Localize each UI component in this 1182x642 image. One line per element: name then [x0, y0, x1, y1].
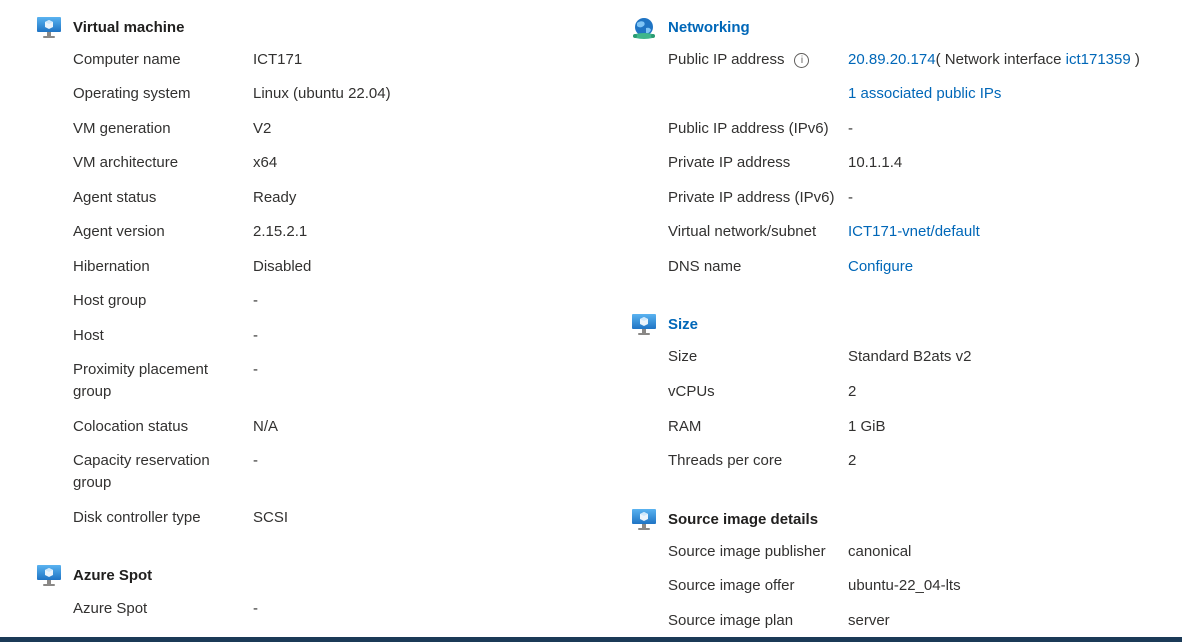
value-agent-version: 2.15.2.1 [253, 223, 308, 240]
section-title-size[interactable]: Size [668, 316, 698, 333]
label-host-group: Host group [73, 292, 147, 309]
label-vcpus: vCPUs [668, 383, 715, 400]
value-host: - [253, 327, 258, 344]
value-azure-spot: - [253, 600, 258, 617]
value-public-ip-address: 20.89.20.174( Network interface ict17135… [848, 49, 1140, 71]
label-private-ip-ipv6: Private IP address (IPv6) [668, 189, 835, 206]
value-hibernation: Disabled [253, 258, 312, 275]
value-vcpus: 2 [848, 383, 857, 400]
label-vm-generation: VM generation [73, 120, 171, 137]
value-computer-name: ICT171 [253, 51, 303, 68]
value-vm-architecture: x64 [253, 154, 278, 171]
value-operating-system: Linux (ubuntu 22.04) [253, 85, 391, 102]
virtual-network-subnet-link[interactable]: ICT171-vnet/default [848, 221, 980, 243]
info-icon[interactable]: i [794, 53, 810, 68]
value-agent-status: Ready [253, 189, 297, 206]
nic-prefix: ( Network interface [935, 51, 1066, 68]
section-title-virtual-machine: Virtual machine [73, 19, 185, 36]
value-colocation-status: N/A [253, 418, 279, 435]
value-private-ip-address: 10.1.1.4 [848, 154, 903, 171]
monitor-icon [36, 564, 62, 588]
value-proximity-placement-group: - [253, 361, 258, 378]
nic-suffix: ) [1130, 51, 1140, 68]
label-computer-name: Computer name [73, 51, 181, 68]
section-title-azure-spot: Azure Spot [73, 567, 153, 584]
bottom-bar [0, 637, 1182, 642]
label-size: Size [668, 348, 698, 365]
label-capacity-reservation-group: Capacity reservation group [73, 452, 210, 491]
label-proximity-placement-group: Proximity placement group [73, 361, 209, 400]
label-agent-version: Agent version [73, 223, 165, 240]
value-ram: 1 GiB [848, 418, 886, 435]
section-title-networking[interactable]: Networking [668, 19, 750, 36]
label-public-ip-text: Public IP address [668, 51, 785, 68]
label-threads-per-core: Threads per core [668, 452, 783, 469]
value-source-image-plan: server [848, 612, 890, 629]
dns-configure-link[interactable]: Configure [848, 256, 913, 278]
value-source-image-offer: ubuntu-22_04-lts [848, 577, 961, 594]
value-public-ip-ipv6: - [848, 120, 853, 137]
value-size: Standard B2ats v2 [848, 348, 972, 365]
label-agent-status: Agent status [73, 189, 157, 206]
label-source-image-publisher: Source image publisher [668, 543, 826, 560]
label-azure-spot: Azure Spot [73, 600, 148, 617]
value-threads-per-core: 2 [848, 452, 857, 469]
label-disk-controller-type: Disk controller type [73, 509, 201, 526]
label-source-image-offer: Source image offer [668, 577, 795, 594]
network-globe-icon [633, 18, 655, 39]
label-public-ip-ipv6: Public IP address (IPv6) [668, 120, 829, 137]
value-vm-generation: V2 [253, 120, 272, 137]
value-disk-controller-type: SCSI [253, 509, 289, 526]
label-ram: RAM [668, 418, 702, 435]
label-hibernation: Hibernation [73, 258, 150, 275]
label-virtual-network-subnet: Virtual network/subnet [668, 223, 817, 240]
label-public-ip-address: Public IP address i [668, 49, 810, 71]
monitor-icon [36, 16, 62, 40]
section-title-source-image-details: Source image details [668, 511, 819, 528]
value-private-ip-ipv6: - [848, 189, 853, 206]
value-source-image-publisher: canonical [848, 543, 912, 560]
label-source-image-plan: Source image plan [668, 612, 794, 629]
associated-public-ips-link[interactable]: 1 associated public IPs [848, 83, 1001, 105]
label-dns-name: DNS name [668, 258, 742, 275]
label-vm-architecture: VM architecture [73, 154, 179, 171]
label-colocation-status: Colocation status [73, 418, 189, 435]
public-ip-link[interactable]: 20.89.20.174 [848, 51, 936, 68]
monitor-icon [631, 313, 657, 337]
monitor-icon [631, 508, 657, 532]
value-capacity-reservation-group: - [253, 452, 258, 469]
label-operating-system: Operating system [73, 85, 191, 102]
label-private-ip-address: Private IP address [668, 154, 791, 171]
label-host: Host [73, 327, 104, 344]
network-interface-link[interactable]: ict171359 [1066, 51, 1131, 68]
value-host-group: - [253, 292, 258, 309]
